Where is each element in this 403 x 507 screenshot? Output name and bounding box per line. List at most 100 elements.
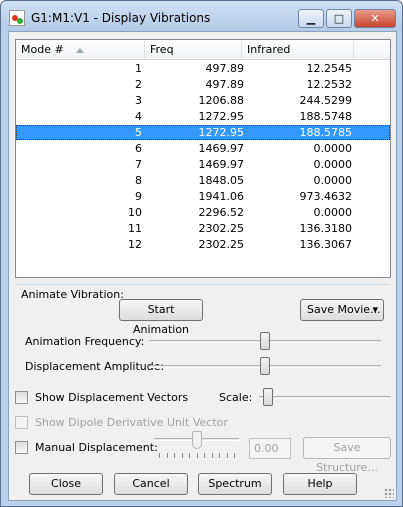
manual-displacement-checkbox[interactable] [15, 441, 28, 454]
save-movie-label: Save Movie... [307, 303, 381, 316]
scale-slider[interactable] [263, 388, 273, 406]
cell-freq: 1272.95 [198, 126, 245, 139]
window-title: G1:M1:V1 - Display Vibrations [31, 11, 211, 25]
cell-infrared: 0.0000 [313, 174, 353, 187]
cell-infrared: 12.2545 [306, 62, 353, 75]
slider-tick [189, 453, 190, 458]
show-displacement-vectors-checkbox[interactable] [15, 391, 28, 404]
cell-infrared: 12.2532 [306, 78, 353, 91]
animate-vibration-group: Animate Vibration: Start Animation Save … [15, 284, 391, 404]
dialog-body: Mode # Freq Infrared 1 497.89 12.2545 2 497.… [8, 31, 397, 501]
vibration-mode-list[interactable]: Mode # Freq Infrared 1 497.89 12.2545 2 497.… [15, 39, 391, 278]
table-row[interactable]: 2 497.89 12.2532 [16, 77, 390, 92]
cell-freq: 1469.97 [198, 158, 245, 171]
cell-mode: 12 [128, 238, 142, 251]
cell-infrared: 244.5299 [299, 94, 353, 107]
cell-infrared: 136.3067 [299, 238, 353, 251]
minimize-button[interactable]: ▁ [298, 9, 324, 28]
table-row[interactable]: 6 1469.97 0.0000 [16, 141, 390, 156]
cell-freq: 1272.95 [198, 110, 245, 123]
cell-mode: 6 [135, 142, 142, 155]
close-button[interactable]: Close [29, 473, 103, 495]
slider-tick [181, 453, 183, 458]
show-displacement-vectors-label: Show Displacement Vectors [35, 391, 189, 404]
dipole-derivative-checkbox[interactable] [15, 416, 28, 429]
table-row[interactable]: 3 1206.88 244.5299 [16, 93, 390, 108]
slider-tick [159, 453, 160, 458]
table-row[interactable]: 4 1272.95 188.5748 [16, 109, 390, 124]
chevron-down-icon: ▾ [372, 303, 378, 316]
cell-infrared: 188.5785 [299, 126, 353, 139]
table-row[interactable]: 9 1941.06 973.4632 [16, 189, 390, 204]
scale-track [259, 396, 391, 399]
cell-infrared: 188.5748 [299, 110, 353, 123]
slider-tick [196, 453, 198, 458]
cell-mode: 9 [135, 190, 142, 203]
cell-freq: 2296.52 [198, 206, 245, 219]
close-window-button[interactable]: ✕ [354, 9, 396, 28]
cell-mode: 3 [135, 94, 142, 107]
maximize-button[interactable]: □ [326, 9, 352, 28]
manual-displacement-value-field[interactable]: 0.00 [249, 438, 291, 459]
cell-infrared: 973.4632 [299, 190, 353, 203]
table-row[interactable]: 12 2302.25 136.3067 [16, 237, 390, 252]
cell-infrared: 0.0000 [313, 142, 353, 155]
manual-displacement-slider[interactable] [191, 431, 202, 449]
slider-tick [174, 453, 175, 458]
help-button[interactable]: Help [283, 473, 357, 495]
slider-tick [204, 453, 205, 458]
table-row[interactable]: 7 1469.97 0.0000 [16, 157, 390, 172]
cancel-button[interactable]: Cancel [114, 473, 188, 495]
cell-mode: 4 [135, 110, 142, 123]
column-header-mode-label: Mode # [21, 43, 64, 56]
slider-tick [226, 453, 228, 458]
start-animation-button[interactable]: Start Animation [119, 299, 203, 336]
spectrum-button[interactable]: Spectrum [198, 473, 272, 495]
column-header-mode[interactable]: Mode # [16, 40, 145, 59]
slider-tick [234, 453, 235, 458]
column-header-freq[interactable]: Freq [145, 40, 242, 59]
displacement-amplitude-slider[interactable] [260, 357, 270, 375]
animation-frequency-slider[interactable] [260, 332, 270, 350]
table-row[interactable]: 11 2302.25 136.3180 [16, 221, 390, 236]
dipole-derivative-label: Show Dipole Derivative Unit Vector [35, 416, 228, 429]
animate-vibration-label: Animate Vibration: [21, 288, 124, 301]
table-row[interactable]: 1 497.89 12.2545 [16, 61, 390, 76]
animation-frequency-label: Animation Frequency: [25, 335, 145, 348]
slider-tick [219, 453, 220, 458]
displacement-amplitude-label: Displacement Amplitude: [25, 360, 165, 373]
cell-freq: 1848.05 [198, 174, 245, 187]
resize-grip-icon[interactable] [384, 488, 394, 498]
table-row[interactable]: 8 1848.05 0.0000 [16, 173, 390, 188]
cell-freq: 497.89 [205, 62, 245, 75]
manual-displacement-label: Manual Displacement: [35, 441, 158, 454]
cell-mode: 7 [135, 158, 142, 171]
sort-ascending-icon [75, 47, 84, 53]
cell-mode: 11 [128, 222, 142, 235]
cell-freq: 1941.06 [198, 190, 245, 203]
display-vibrations-window: G1:M1:V1 - Display Vibrations ▁ □ ✕ Mode… [0, 0, 403, 507]
cell-freq: 497.89 [205, 78, 245, 91]
slider-tick [211, 453, 213, 458]
list-header: Mode # Freq Infrared [16, 40, 390, 60]
cell-infrared: 136.3180 [299, 222, 353, 235]
cell-mode: 10 [128, 206, 142, 219]
cell-mode: 5 [135, 126, 142, 139]
cell-mode: 2 [135, 78, 142, 91]
cell-freq: 2302.25 [198, 222, 245, 235]
scale-label: Scale: [219, 391, 253, 404]
save-structure-button[interactable]: Save Structure... [303, 437, 391, 474]
slider-tick [166, 453, 168, 458]
table-row[interactable]: 5 1272.95 188.5785 [16, 125, 390, 140]
table-row[interactable]: 10 2296.52 0.0000 [16, 205, 390, 220]
gaussview-app-icon[interactable] [9, 10, 25, 26]
save-movie-button[interactable]: Save Movie... ▾ [300, 299, 384, 321]
cell-freq: 1469.97 [198, 142, 245, 155]
cell-freq: 1206.88 [198, 94, 245, 107]
cell-mode: 1 [135, 62, 142, 75]
column-header-infrared[interactable]: Infrared [242, 40, 354, 59]
cell-mode: 8 [135, 174, 142, 187]
cell-infrared: 0.0000 [313, 158, 353, 171]
title-bar[interactable]: G1:M1:V1 - Display Vibrations ▁ □ ✕ [1, 1, 402, 31]
cell-infrared: 0.0000 [313, 206, 353, 219]
